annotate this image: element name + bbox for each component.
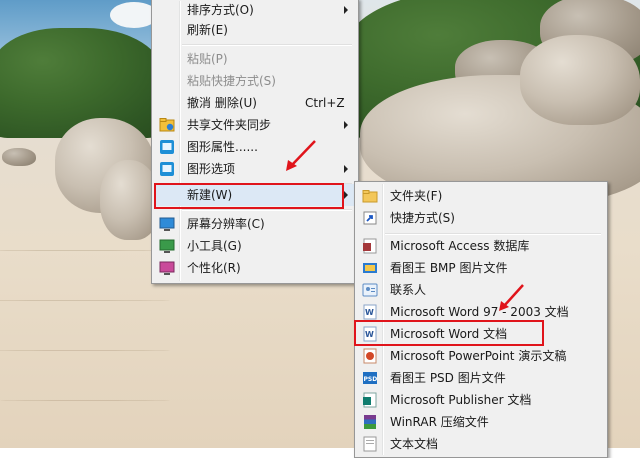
shortcut-icon <box>363 211 377 225</box>
submenu-item-powerpoint[interactable]: Microsoft PowerPoint 演示文稿 <box>357 345 603 367</box>
menu-separator <box>182 44 352 46</box>
menu-item-label: 粘贴(P) <box>187 52 228 66</box>
menu-item-graphics-options[interactable]: 图形选项 <box>154 158 354 180</box>
annotation-arrow-icon <box>286 140 316 171</box>
wallpaper-rock <box>2 148 36 166</box>
menu-item-shared-folder-sync[interactable]: 共享文件夹同步 <box>154 114 354 136</box>
sand-ripple <box>0 350 170 351</box>
powerpoint-icon <box>363 348 377 364</box>
menu-item-label: Microsoft PowerPoint 演示文稿 <box>390 349 567 363</box>
menu-item-label: 共享文件夹同步 <box>187 118 272 132</box>
text-document-icon <box>363 436 377 452</box>
menu-item-screen-resolution[interactable]: 屏幕分辨率(C) <box>154 213 354 235</box>
menu-item-label: 文件夹(F) <box>390 189 443 203</box>
menu-item-label: Microsoft Access 数据库 <box>390 239 530 253</box>
annotation-arrow-icon <box>499 284 524 311</box>
submenu-arrow-icon <box>344 165 348 173</box>
menu-item-label: 小工具(G) <box>187 239 242 253</box>
menu-item-label: 快捷方式(S) <box>390 211 455 225</box>
highlight-box-word-document <box>354 320 544 346</box>
menu-item-label: 刷新(E) <box>187 23 228 37</box>
menu-item-label: 撤消 删除(U) <box>187 96 257 110</box>
wallpaper-rock <box>520 35 640 125</box>
menu-item-undo-delete[interactable]: 撤消 删除(U) Ctrl+Z <box>154 92 354 114</box>
submenu-item-contact[interactable]: 联系人 <box>357 279 603 301</box>
svg-text:W: W <box>365 308 374 317</box>
submenu-item-psd-image[interactable]: PSD 看图王 PSD 图片文件 <box>357 367 603 389</box>
menu-item-gadgets[interactable]: 小工具(G) <box>154 235 354 257</box>
word-97-2003-icon: W <box>363 304 377 320</box>
sand-ripple <box>0 300 170 301</box>
submenu-arrow-icon <box>344 6 348 14</box>
menu-item-label: Microsoft Publisher 文档 <box>390 393 532 407</box>
menu-item-label: 看图王 PSD 图片文件 <box>390 371 506 385</box>
submenu-arrow-icon <box>344 191 348 199</box>
menu-item-label: 图形属性...... <box>187 140 258 154</box>
menu-item-paste-shortcut[interactable]: 粘贴快捷方式(S) <box>154 70 354 92</box>
submenu-item-text-document[interactable]: 文本文档 <box>357 433 603 455</box>
contact-icon <box>362 283 378 297</box>
menu-item-label: 屏幕分辨率(C) <box>187 217 265 231</box>
menu-item-label: 文本文档 <box>390 437 439 451</box>
winrar-icon <box>364 415 376 429</box>
bmp-image-icon <box>363 263 377 273</box>
submenu-item-publisher[interactable]: Microsoft Publisher 文档 <box>357 389 603 411</box>
psd-image-icon: PSD <box>363 372 378 384</box>
highlight-box-new <box>154 183 344 209</box>
menu-item-sort-by[interactable]: 排序方式(O) <box>154 0 354 21</box>
submenu-item-bmp-image[interactable]: 看图王 BMP 图片文件 <box>357 257 603 279</box>
menu-item-paste[interactable]: 粘贴(P) <box>154 48 354 70</box>
menu-item-label: 看图王 BMP 图片文件 <box>390 261 508 275</box>
menu-item-shortcut: Ctrl+Z <box>305 96 345 110</box>
folder-icon <box>362 190 378 203</box>
screen-resolution-icon <box>159 217 175 231</box>
menu-item-label: 联系人 <box>390 283 427 297</box>
sand-ripple <box>0 400 170 401</box>
menu-item-label: 个性化(R) <box>187 261 241 275</box>
submenu-item-access-database[interactable]: Microsoft Access 数据库 <box>357 235 603 257</box>
menu-item-refresh[interactable]: 刷新(E) <box>154 19 354 41</box>
svg-text:PSD: PSD <box>364 376 378 383</box>
access-icon <box>363 238 377 254</box>
desktop-context-menu: 排序方式(O) 刷新(E) 粘贴(P) 粘贴快捷方式(S) 撤消 删除(U) C… <box>151 0 359 284</box>
menu-item-personalize[interactable]: 个性化(R) <box>154 257 354 279</box>
graphics-properties-icon <box>160 140 174 154</box>
submenu-item-shortcut[interactable]: 快捷方式(S) <box>357 207 603 229</box>
submenu-item-folder[interactable]: 文件夹(F) <box>357 185 603 207</box>
publisher-icon <box>363 392 377 408</box>
personalize-icon <box>159 261 175 275</box>
graphics-options-icon <box>160 162 174 176</box>
menu-item-label: 排序方式(O) <box>187 3 254 17</box>
menu-item-label: 图形选项 <box>187 162 236 176</box>
menu-separator <box>182 209 352 211</box>
gadgets-icon <box>159 239 175 253</box>
submenu-item-winrar[interactable]: WinRAR 压缩文件 <box>357 411 603 433</box>
shared-folder-sync-icon <box>159 118 175 132</box>
submenu-arrow-icon <box>344 121 348 129</box>
menu-item-label: 粘贴快捷方式(S) <box>187 74 276 88</box>
menu-item-label: WinRAR 压缩文件 <box>390 415 489 429</box>
menu-item-graphics-properties[interactable]: 图形属性...... <box>154 136 354 158</box>
sand-ripple <box>0 250 170 251</box>
